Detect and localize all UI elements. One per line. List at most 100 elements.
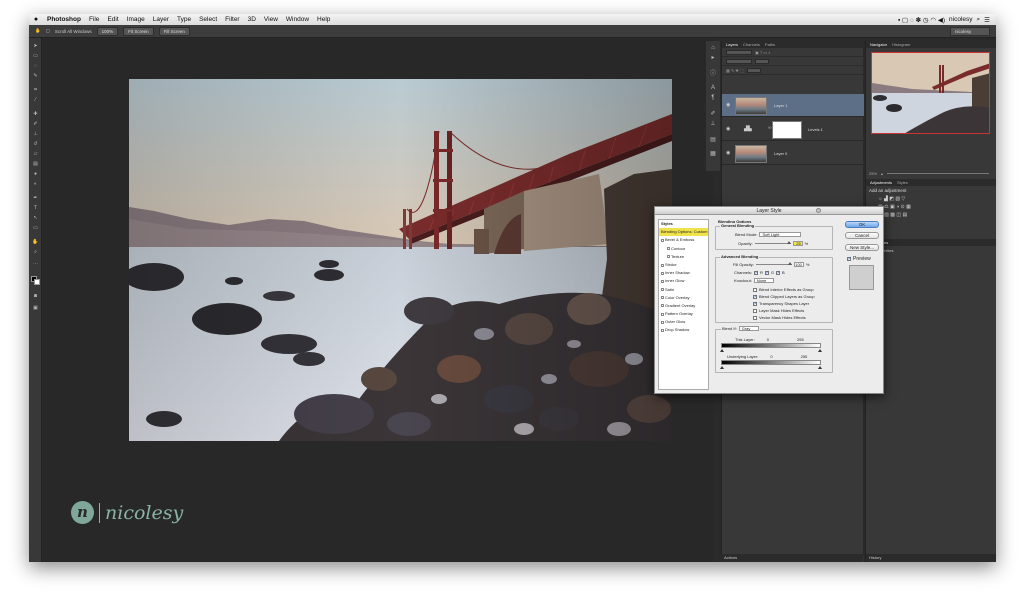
character-panel-icon[interactable]: A xyxy=(709,85,717,92)
style-checkbox[interactable] xyxy=(661,263,664,267)
quick-mask-icon[interactable]: ◙ xyxy=(32,294,39,299)
styles-list-item[interactable]: Outer Glow xyxy=(659,318,708,326)
new-style-button[interactable]: New Style... xyxy=(845,244,879,251)
preview-checkbox[interactable] xyxy=(847,256,852,262)
style-checkbox[interactable] xyxy=(661,296,664,300)
opacity-input[interactable]: 25 xyxy=(792,241,803,246)
layer-name[interactable]: Levels 1 xyxy=(808,127,823,132)
styles-list-item[interactable]: Inner Glow xyxy=(659,277,708,285)
style-checkbox[interactable] xyxy=(661,320,664,324)
style-checkbox[interactable] xyxy=(661,329,664,333)
menu-layer[interactable]: Layer xyxy=(149,16,173,23)
menu-help[interactable]: Help xyxy=(313,16,334,23)
layer-name[interactable]: Layer 0 xyxy=(774,151,787,156)
style-checkbox[interactable] xyxy=(661,271,664,275)
underlying-black-slider[interactable] xyxy=(720,366,724,369)
navigator-preview[interactable] xyxy=(871,52,990,134)
fill-opacity-slider[interactable] xyxy=(755,262,792,265)
layer-mask-thumbnail[interactable] xyxy=(772,121,802,139)
vector-mask-hides-checkbox[interactable] xyxy=(753,315,757,320)
filter-icons[interactable]: ▣ T ▭ ◐ xyxy=(755,50,771,55)
healing-tool-icon[interactable]: ✚ xyxy=(32,112,39,117)
layer-fill-field[interactable] xyxy=(746,67,761,73)
menu-file[interactable]: File xyxy=(85,16,103,23)
underlying-layer-gradient[interactable] xyxy=(721,360,821,365)
tab-layers[interactable]: Layers xyxy=(726,42,738,47)
background-color-swatch[interactable] xyxy=(34,279,40,285)
menu-select[interactable]: Select xyxy=(195,16,221,23)
zoom-value[interactable]: 25% xyxy=(869,171,877,176)
screen-mode-icon[interactable]: ▣ xyxy=(32,306,39,311)
styles-list-item[interactable]: Stroke xyxy=(659,261,708,269)
styles-list-item[interactable]: Pattern Overlay xyxy=(659,310,708,318)
document-canvas[interactable]: n nicolesy xyxy=(43,39,713,562)
style-checkbox[interactable] xyxy=(661,238,664,242)
menu-3d[interactable]: 3D xyxy=(244,16,260,23)
workspace-select[interactable]: nicolesy xyxy=(950,26,990,36)
menu-image[interactable]: Image xyxy=(123,16,149,23)
marquee-tool-icon[interactable]: ▭ xyxy=(32,54,39,59)
styles-list-item[interactable]: Inner Shadow xyxy=(659,269,708,277)
tab-paths[interactable]: Paths xyxy=(765,42,775,47)
apple-icon[interactable]: ● xyxy=(29,16,43,23)
brush-panel-icon[interactable]: ✐ xyxy=(709,111,717,118)
move-tool-icon[interactable]: ➤ xyxy=(32,44,39,49)
hand-tool-icon[interactable]: ✋ xyxy=(35,28,41,34)
cancel-button[interactable]: Cancel xyxy=(845,232,879,239)
crop-tool-icon[interactable]: ⌗ xyxy=(32,88,39,93)
lock-icons[interactable]: ▦ ✎ ✚ ⬚ xyxy=(726,68,744,73)
blur-tool-icon[interactable]: ● xyxy=(32,172,39,177)
visibility-eye-icon[interactable]: ◉ xyxy=(726,126,730,132)
hand-tool-icon[interactable]: ✋ xyxy=(32,240,39,245)
list-icon[interactable]: ☰ xyxy=(984,16,990,24)
brush-tool-icon[interactable]: ✐ xyxy=(32,122,39,127)
menu-view[interactable]: View xyxy=(260,16,282,23)
status-icons[interactable]: ▪ ▢ ◌ ✽ ◷ ◠ ◀) xyxy=(898,16,945,24)
menu-filter[interactable]: Filter xyxy=(221,16,243,23)
styles-list-item[interactable]: Satin xyxy=(659,286,708,294)
tab-navigator[interactable]: Navigator xyxy=(870,42,887,47)
zoom-slider[interactable] xyxy=(887,173,989,174)
quick-select-tool-icon[interactable]: ✎ xyxy=(32,74,39,79)
dodge-tool-icon[interactable]: ◐ xyxy=(32,182,39,187)
scroll-all-checkbox[interactable]: ▢ xyxy=(46,28,50,34)
style-checkbox[interactable] xyxy=(661,288,664,292)
fit-screen-button[interactable]: Fit Screen xyxy=(123,26,154,36)
tab-styles[interactable]: Styles xyxy=(897,180,908,185)
channel-g-checkbox[interactable] xyxy=(764,270,770,276)
layer-opacity-field[interactable] xyxy=(755,58,769,64)
layer-row-layer-0[interactable]: ◉ Layer 0 xyxy=(722,142,864,165)
adjustment-icons-row-2[interactable]: ▥ ⚖ ▣ ◑ ⊙ ▦ xyxy=(866,203,996,211)
channel-r-checkbox[interactable] xyxy=(754,270,759,276)
blend-interior-checkbox[interactable] xyxy=(753,287,757,292)
this-layer-white-slider[interactable] xyxy=(818,349,822,352)
tab-adjustments[interactable]: Adjustments xyxy=(870,180,892,185)
info-panel-icon[interactable]: ⓘ xyxy=(709,71,717,78)
menu-edit[interactable]: Edit xyxy=(103,16,122,23)
styles-list-item[interactable]: Drop Shadow xyxy=(659,326,708,334)
fill-opacity-input[interactable]: 100 xyxy=(793,262,804,267)
styles-list-item[interactable]: Blending Options: Custom xyxy=(659,228,708,237)
styles-list-item[interactable]: Bevel & Emboss xyxy=(659,236,708,244)
channel-b-checkbox[interactable] xyxy=(776,270,781,276)
transparency-shapes-checkbox[interactable] xyxy=(753,301,758,307)
layer-row-layer-1[interactable]: ◉ Layer 1 xyxy=(722,94,864,117)
history-tab[interactable]: History xyxy=(866,554,996,562)
eyedropper-tool-icon[interactable]: ⁄ xyxy=(32,98,39,103)
edit-toolbar-icon[interactable]: ⋯ xyxy=(32,262,39,267)
menubar-user[interactable]: nicolesy xyxy=(949,16,972,23)
clone-source-icon[interactable]: ⊥ xyxy=(709,121,717,128)
dialog-close-icon[interactable] xyxy=(816,208,821,213)
layer-blend-select[interactable] xyxy=(726,58,752,64)
layer-filter-select[interactable] xyxy=(726,49,752,55)
tool-presets-icon[interactable]: ▤ xyxy=(709,137,717,144)
underlying-white-slider[interactable] xyxy=(818,366,822,369)
layer-mask-hides-checkbox[interactable] xyxy=(753,308,757,313)
style-checkbox[interactable] xyxy=(661,304,664,308)
history-brush-tool-icon[interactable]: ↺ xyxy=(32,142,39,147)
visibility-eye-icon[interactable]: ◉ xyxy=(726,150,730,156)
opacity-slider[interactable] xyxy=(754,241,791,244)
lasso-tool-icon[interactable]: ◌ xyxy=(32,64,39,69)
shape-tool-icon[interactable]: ▭ xyxy=(32,226,39,231)
styles-list-item[interactable]: Gradient Overlay xyxy=(659,302,708,310)
